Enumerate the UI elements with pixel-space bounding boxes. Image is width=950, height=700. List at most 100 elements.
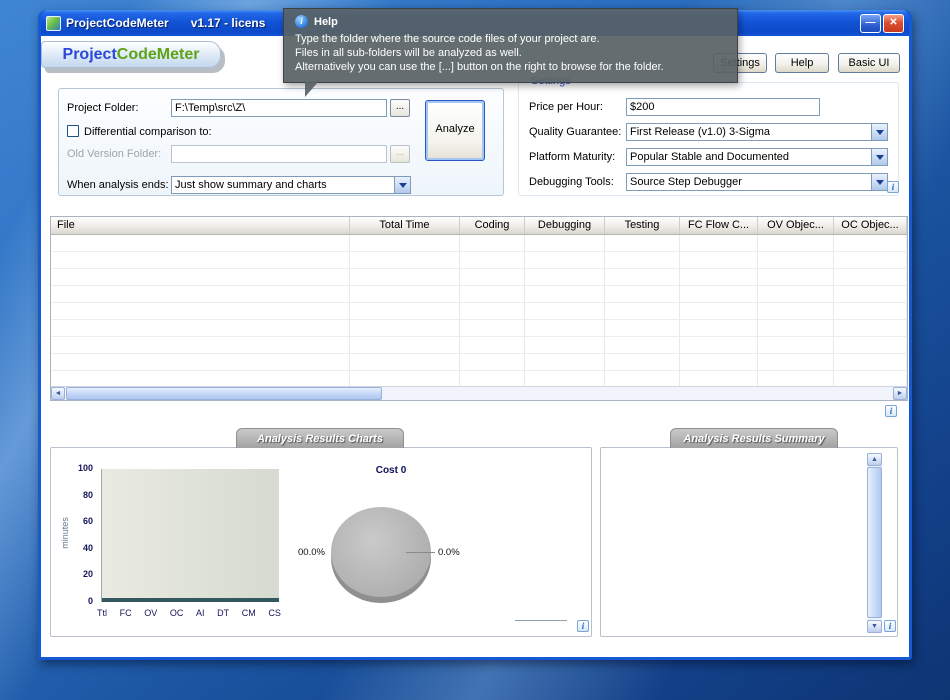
chevron-down-icon[interactable]	[871, 174, 887, 190]
scroll-up-arrow-icon[interactable]: ▲	[867, 453, 882, 466]
table-row[interactable]	[51, 354, 907, 371]
table-column-header[interactable]: FC Flow C...	[680, 217, 758, 234]
table-column-header[interactable]: Total Time	[350, 217, 460, 234]
table-row[interactable]	[51, 235, 907, 252]
app-logo: ProjectCodeMeter	[41, 41, 221, 68]
table-cell	[51, 269, 350, 285]
vertical-scrollbar[interactable]: ▲ ▼	[867, 453, 882, 633]
scroll-down-arrow-icon[interactable]: ▼	[867, 620, 882, 633]
debugging-tools-select[interactable]: Source Step Debugger	[626, 173, 888, 191]
y-tick-label: 0	[88, 596, 93, 606]
table-row[interactable]	[51, 286, 907, 303]
differential-comparison-checkbox[interactable]	[67, 125, 79, 137]
table-cell	[605, 320, 680, 336]
x-tick-label: CM	[242, 608, 256, 618]
close-button[interactable]: ✕	[883, 14, 904, 33]
summary-text	[607, 454, 862, 629]
table-cell	[350, 286, 460, 302]
chevron-down-icon[interactable]	[394, 177, 410, 193]
table-cell	[680, 371, 758, 387]
table-cell	[525, 337, 605, 353]
platform-maturity-select[interactable]: Popular Stable and Documented	[626, 148, 888, 166]
logo-text-codemeter: CodeMeter	[117, 46, 200, 64]
table-cell	[51, 286, 350, 302]
table-cell	[834, 320, 907, 336]
table-cell	[680, 286, 758, 302]
info-icon[interactable]: i	[577, 620, 589, 632]
table-cell	[758, 252, 834, 268]
table-cell	[350, 320, 460, 336]
table-cell	[460, 354, 525, 370]
table-cell	[680, 354, 758, 370]
horizontal-scrollbar[interactable]: ◄ ►	[51, 386, 907, 400]
quality-guarantee-select[interactable]: First Release (v1.0) 3-Sigma	[626, 123, 888, 141]
old-version-folder-input[interactable]	[171, 145, 387, 163]
price-per-hour-input[interactable]	[626, 98, 820, 116]
table-cell	[350, 337, 460, 353]
summary-panel: ▲ ▼ i	[600, 447, 898, 637]
table-column-header[interactable]: Debugging	[525, 217, 605, 234]
help-button[interactable]: Help	[775, 53, 829, 73]
analyze-button[interactable]: Analyze	[425, 100, 485, 161]
table-cell	[460, 286, 525, 302]
table-cell	[51, 303, 350, 319]
chevron-down-icon[interactable]	[871, 124, 887, 140]
table-row[interactable]	[51, 269, 907, 286]
table-cell	[460, 235, 525, 251]
table-row[interactable]	[51, 320, 907, 337]
table-cell	[51, 354, 350, 370]
file-table: FileTotal TimeCodingDebuggingTestingFC F…	[50, 216, 908, 401]
table-cell	[605, 354, 680, 370]
minimize-button[interactable]: —	[860, 14, 881, 33]
browse-project-folder-button[interactable]: ...	[390, 99, 410, 117]
vertical-scrollbar-thumb[interactable]	[867, 467, 882, 618]
table-column-header[interactable]: File	[51, 217, 350, 234]
scroll-right-arrow-icon[interactable]: ►	[893, 387, 907, 400]
table-row[interactable]	[51, 252, 907, 269]
table-cell	[51, 252, 350, 268]
table-cell	[460, 371, 525, 387]
table-body	[51, 235, 907, 388]
differential-comparison-label: Differential comparison to:	[84, 126, 212, 138]
info-icon[interactable]: i	[885, 405, 897, 417]
settings-group: Settings Price per Hour: Quality Guarant…	[518, 82, 899, 196]
project-folder-input[interactable]	[171, 99, 387, 117]
pie-label-right: 0.0%	[438, 547, 460, 558]
platform-maturity-label: Platform Maturity:	[529, 151, 615, 163]
charts-panel: minutes 100806040200 TtlFCOVOCAIDTCMCS C…	[50, 447, 592, 637]
table-cell	[460, 252, 525, 268]
table-cell	[758, 303, 834, 319]
table-column-header[interactable]: Coding	[460, 217, 525, 234]
table-row[interactable]	[51, 303, 907, 320]
info-icon: i	[295, 15, 308, 28]
table-row[interactable]	[51, 337, 907, 354]
charts-panel-header: Analysis Results Charts	[236, 428, 404, 448]
scroll-left-arrow-icon[interactable]: ◄	[51, 387, 65, 400]
table-column-header[interactable]: OV Objec...	[758, 217, 834, 234]
basic-ui-button[interactable]: Basic UI	[838, 53, 900, 73]
table-cell	[525, 235, 605, 251]
table-cell	[605, 303, 680, 319]
project-folder-label: Project Folder:	[67, 102, 139, 114]
table-header: FileTotal TimeCodingDebuggingTestingFC F…	[51, 217, 907, 235]
price-per-hour-label: Price per Hour:	[529, 101, 603, 113]
table-column-header[interactable]: OC Objec...	[834, 217, 907, 234]
table-cell	[834, 354, 907, 370]
table-cell	[51, 337, 350, 353]
project-folder-group: Project Folder: ... Analyze Differential…	[58, 88, 504, 196]
table-cell	[758, 235, 834, 251]
info-icon[interactable]: i	[884, 620, 896, 632]
x-tick-label: CS	[268, 608, 281, 618]
table-cell	[834, 303, 907, 319]
y-tick-label: 20	[83, 569, 93, 579]
table-cell	[460, 303, 525, 319]
platform-maturity-value: Popular Stable and Documented	[627, 151, 871, 163]
chevron-down-icon[interactable]	[871, 149, 887, 165]
pie-label-left: 00.0%	[298, 547, 325, 558]
info-icon[interactable]: i	[887, 181, 899, 193]
when-analysis-ends-select[interactable]: Just show summary and charts	[171, 176, 411, 194]
x-tick-label: Ttl	[97, 608, 107, 618]
horizontal-scrollbar-thumb[interactable]	[66, 387, 382, 400]
table-column-header[interactable]: Testing	[605, 217, 680, 234]
when-analysis-ends-label: When analysis ends:	[67, 179, 169, 191]
